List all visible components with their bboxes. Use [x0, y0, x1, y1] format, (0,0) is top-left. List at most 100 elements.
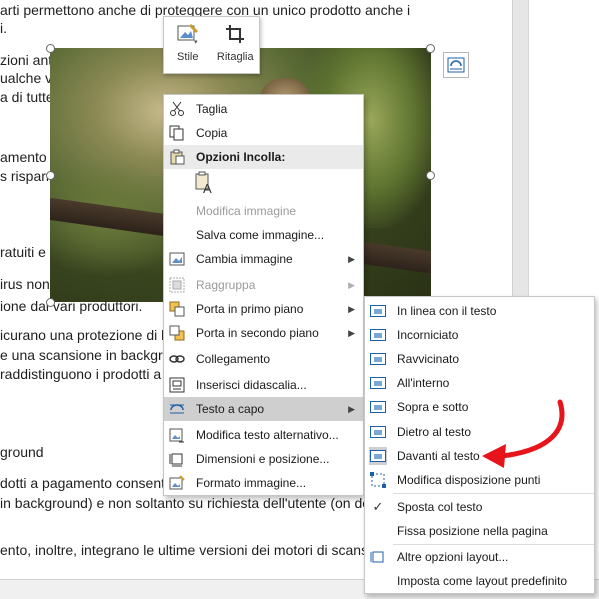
- resize-handle[interactable]: [46, 298, 55, 307]
- paste-keep-text-only-button[interactable]: A: [164, 169, 363, 197]
- menu-item-modifica-testo-alternativo[interactable]: Modifica testo alternativo...: [164, 423, 363, 447]
- doc-text-line: ento, inoltre, integrano le ultime versi…: [0, 542, 379, 558]
- menu-item-label: Opzioni Incolla:: [196, 150, 286, 164]
- menu-header-paste-options: Opzioni Incolla:: [164, 145, 363, 169]
- menu-item-label: Cambia immagine: [196, 252, 293, 266]
- menu-item-dimensioni-e-posizione[interactable]: Dimensioni e posizione...: [164, 447, 363, 471]
- link-icon: [168, 350, 186, 368]
- doc-text-line: amento: [0, 149, 47, 165]
- menu-item-raggruppa: Raggruppa ▶: [164, 273, 363, 297]
- menu-item-label: Salva come immagine...: [196, 228, 325, 242]
- doc-text-line: in background) e non soltanto su richies…: [0, 495, 382, 511]
- menu-item-label: Sposta col testo: [397, 500, 483, 514]
- menu-item-label: Modifica disposizione punti: [397, 473, 541, 487]
- doc-text-line: ratuiti e a: [0, 244, 58, 260]
- doc-text-line: dotti a pagamento consente: [0, 475, 173, 491]
- edit-wrap-points[interactable]: Modifica disposizione punti: [365, 468, 594, 492]
- menu-item-label: Modifica immagine: [196, 204, 297, 218]
- resize-handle[interactable]: [46, 171, 55, 180]
- mini-toolbar: ▾ Stile Ritaglia: [163, 16, 260, 74]
- menu-item-porta-in-secondo-piano[interactable]: Porta in secondo piano ▶: [164, 321, 363, 345]
- set-as-default-layout[interactable]: Imposta come layout predefinito: [365, 569, 594, 593]
- menu-item-label: Imposta come layout predefinito: [397, 574, 568, 588]
- menu-item-testo-a-capo[interactable]: Testo a capo ▶: [164, 397, 363, 421]
- menu-item-label: Davanti al testo: [397, 449, 480, 463]
- menu-item-label: Formato immagine...: [196, 476, 307, 490]
- menu-item-cambia-immagine[interactable]: Cambia immagine ▶: [164, 247, 363, 271]
- wrap-inline-icon: [369, 302, 387, 320]
- menu-item-salva-come-immagine[interactable]: Salva come immagine...: [164, 223, 363, 247]
- layout-options-icon: [447, 57, 465, 73]
- caption-icon: [168, 376, 186, 394]
- more-layout-options[interactable]: Altre opzioni layout...: [365, 545, 594, 569]
- resize-handle[interactable]: [426, 44, 435, 53]
- menu-item-inserisci-didascalia[interactable]: Inserisci didascalia...: [164, 373, 363, 397]
- style-button[interactable]: ▾ Stile: [164, 17, 212, 73]
- menu-item-label: Testo a capo: [196, 402, 265, 416]
- move-with-text-option[interactable]: ✓ Sposta col testo: [365, 495, 594, 519]
- wrap-tight-icon: [369, 350, 387, 368]
- submenu-arrow-icon: ▶: [348, 403, 355, 414]
- layout-options-icon: [369, 548, 387, 566]
- menu-item-porta-in-primo-piano[interactable]: Porta in primo piano ▶: [164, 297, 363, 321]
- menu-item-label: Sopra e sotto: [397, 400, 469, 414]
- menu-item-label: Incorniciato: [397, 328, 459, 342]
- send-backward-icon: [168, 324, 186, 342]
- menu-item-collegamento[interactable]: Collegamento: [164, 347, 363, 371]
- svg-text:▾: ▾: [194, 39, 198, 44]
- menu-item-label: Copia: [196, 126, 228, 140]
- menu-item-label: Dietro al testo: [397, 425, 472, 439]
- menu-item-modifica-immagine: Modifica immagine: [164, 199, 363, 223]
- resize-handle[interactable]: [426, 171, 435, 180]
- crop-icon: [224, 23, 246, 45]
- doc-text-line: zioni anti: [0, 52, 56, 68]
- style-label: Stile: [177, 51, 199, 63]
- menu-item-label: In linea con il testo: [397, 304, 497, 318]
- wrap-option-through[interactable]: All'interno: [365, 371, 594, 395]
- doc-text-line: e una scansione in backgrou: [0, 347, 179, 363]
- bring-forward-icon: [168, 300, 186, 318]
- context-menu: Taglia Copia Opzioni Incolla: A Modifica…: [163, 94, 364, 496]
- wrap-top-bottom-icon: [369, 398, 387, 416]
- doc-text-line: raddistinguono i prodotti a: [0, 366, 162, 382]
- doc-text-line: icurano una protezione di b: [0, 327, 169, 343]
- wrap-option-tight[interactable]: Ravvicinato: [365, 347, 594, 371]
- menu-item-label: Porta in secondo piano: [196, 326, 319, 340]
- menu-item-taglia[interactable]: Taglia: [164, 97, 363, 121]
- svg-text:A: A: [203, 181, 212, 195]
- menu-item-label: Taglia: [196, 102, 228, 116]
- alt-text-icon: [168, 426, 186, 444]
- menu-item-label: Fissa posizione nella pagina: [397, 524, 548, 538]
- paste-options-icon: [168, 148, 186, 166]
- copy-icon: [168, 124, 186, 142]
- checkmark-icon: ✓: [372, 499, 384, 514]
- submenu-arrow-icon: ▶: [348, 279, 355, 290]
- wrap-through-icon: [369, 374, 387, 392]
- menu-separator: [393, 493, 594, 494]
- change-picture-icon: [168, 250, 186, 268]
- edit-points-icon: [369, 471, 387, 489]
- menu-item-label: Raggruppa: [196, 278, 256, 292]
- menu-item-label: Modifica testo alternativo...: [196, 428, 339, 442]
- layout-options-button[interactable]: [443, 52, 469, 78]
- resize-handle[interactable]: [46, 44, 55, 53]
- menu-item-formato-immagine[interactable]: Formato immagine...: [164, 471, 363, 495]
- format-picture-icon: [168, 474, 186, 492]
- menu-item-label: Ravvicinato: [397, 352, 460, 366]
- menu-item-label: Altre opzioni layout...: [397, 550, 509, 564]
- menu-item-label: Inserisci didascalia...: [196, 378, 307, 392]
- crop-button[interactable]: Ritaglia: [212, 17, 260, 73]
- submenu-arrow-icon: ▶: [348, 303, 355, 314]
- doc-text-line: i.: [0, 20, 7, 36]
- fix-position-on-page-option[interactable]: Fissa posizione nella pagina: [365, 519, 594, 543]
- wrap-option-in-line[interactable]: In linea con il testo: [365, 299, 594, 323]
- crop-label: Ritaglia: [216, 51, 254, 63]
- doc-text-line: irus non: [0, 276, 50, 292]
- scissors-icon: [168, 100, 186, 118]
- paste-text-only-icon: A: [194, 171, 216, 198]
- menu-item-label: All'interno: [397, 376, 450, 390]
- wrap-behind-icon: [369, 423, 387, 441]
- menu-item-copia[interactable]: Copia: [164, 121, 363, 145]
- wrap-option-square[interactable]: Incorniciato: [365, 323, 594, 347]
- menu-item-label: Dimensioni e posizione...: [196, 452, 330, 466]
